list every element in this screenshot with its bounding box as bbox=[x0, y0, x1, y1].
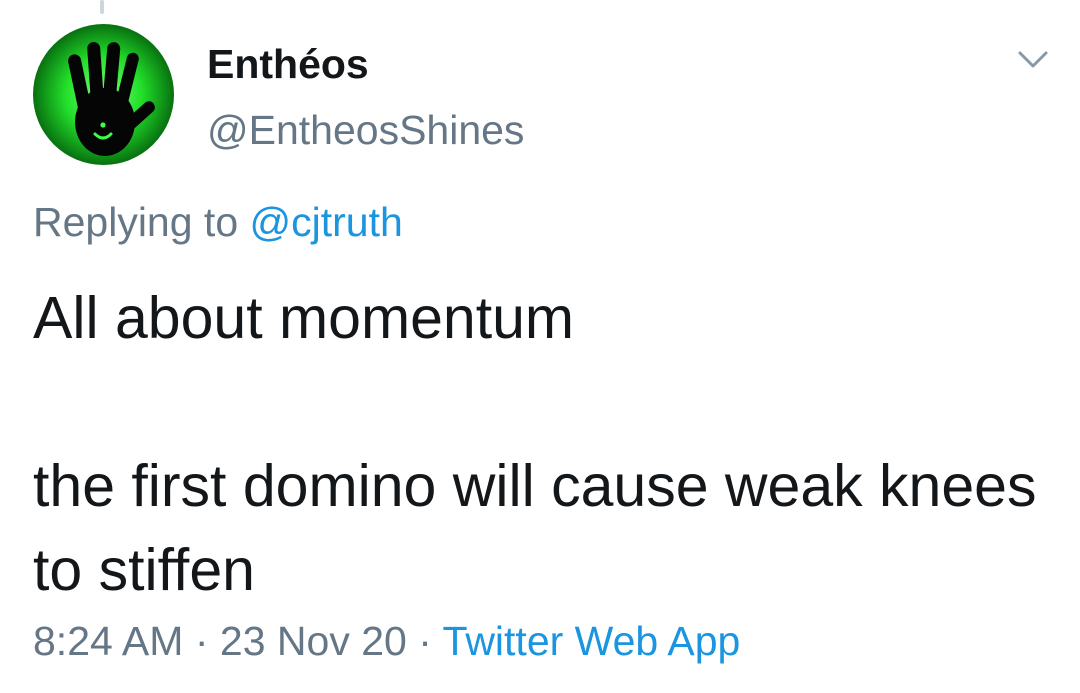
tweet-date[interactable]: 23 Nov 20 bbox=[220, 618, 407, 664]
more-options-chevron-down-icon[interactable] bbox=[1016, 48, 1050, 72]
tweet-text-blank-line bbox=[33, 360, 1043, 444]
tweet-time[interactable]: 8:24 AM bbox=[33, 618, 183, 664]
tweet-text-line: All about momentum bbox=[33, 285, 575, 351]
tweet-source-link[interactable]: Twitter Web App bbox=[443, 618, 741, 664]
avatar[interactable] bbox=[33, 24, 174, 165]
thread-connector-line bbox=[100, 0, 104, 14]
reply-mention-link[interactable]: @cjtruth bbox=[250, 199, 403, 245]
glowing-hand-icon bbox=[33, 24, 174, 165]
display-name[interactable]: Enthéos bbox=[207, 40, 369, 88]
user-handle[interactable]: @EntheosShines bbox=[207, 106, 524, 154]
tweet-text-line: the first domino will cause weak knees t… bbox=[33, 453, 1037, 603]
meta-separator: · bbox=[418, 618, 432, 664]
replying-prefix: Replying to bbox=[33, 199, 239, 245]
meta-separator: · bbox=[194, 618, 209, 664]
replying-to-line: Replying to @cjtruth bbox=[33, 198, 403, 246]
tweet-text: All about momentum the first domino will… bbox=[33, 276, 1043, 612]
tweet-metadata: 8:24 AM · 23 Nov 20 · Twitter Web App bbox=[33, 617, 740, 665]
